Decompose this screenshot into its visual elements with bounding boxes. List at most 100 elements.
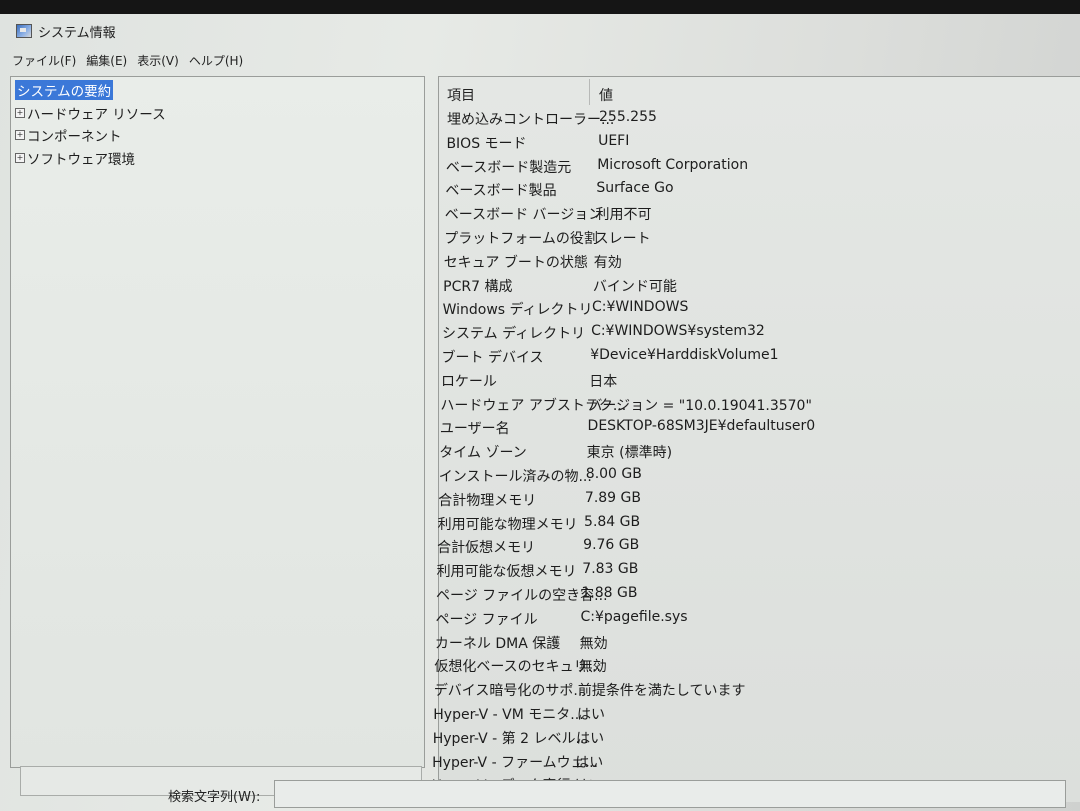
- system-info-window: システム情報 ファイル(F) 編集(E) 表示(V) ヘルプ(H) システムの要…: [0, 14, 1080, 811]
- row-value-cell: C:¥WINDOWS: [591, 299, 689, 316]
- tree-item-label: ソフトウェア環境: [27, 152, 135, 168]
- table-row[interactable]: システム ディレクトリ C:¥WINDOWS¥system32: [442, 323, 1042, 345]
- table-row[interactable]: ページ ファイルの空き容... 1.88 GB: [436, 585, 1036, 607]
- row-value-cell: ¥Device¥HarddiskVolume1: [590, 347, 779, 363]
- table-row[interactable]: タイム ゾーン 東京 (標準時): [439, 442, 1039, 464]
- row-value-cell: バインド可能: [592, 278, 677, 295]
- table-row[interactable]: 仮想化ベースのセキュリ... 無効: [434, 656, 1034, 678]
- category-tree: システムの要約 + ハードウェア リソース + コンポーネント + ソフトウェア…: [10, 76, 425, 768]
- row-item-cell: 利用可能な仮想メモリ: [436, 564, 577, 581]
- tree-item-components[interactable]: + コンポーネント: [15, 125, 122, 145]
- row-value-cell: はい: [576, 730, 605, 747]
- row-item-cell: 利用可能な物理メモリ: [437, 516, 578, 533]
- row-value-cell: 東京 (標準時): [586, 445, 673, 462]
- table-row[interactable]: Hyper-V - VM モニタ... はい: [433, 704, 1033, 726]
- row-value-cell: 7.89 GB: [584, 489, 641, 506]
- row-item-cell: ブート デバイス: [441, 350, 544, 366]
- column-divider[interactable]: [589, 79, 590, 105]
- row-item-cell: 合計仮想メモリ: [437, 540, 536, 557]
- row-value-cell: 利用不可: [595, 207, 652, 224]
- row-value-cell: DESKTOP-68SM3JE¥defaultuser0: [587, 418, 816, 435]
- row-value-cell: 1.88 GB: [581, 585, 638, 601]
- row-item-cell: Hyper-V - 第 2 レベル...: [432, 730, 589, 747]
- expand-plus-icon[interactable]: +: [15, 130, 25, 140]
- table-row[interactable]: セキュア ブートの状態 有効: [444, 252, 1044, 274]
- row-value-cell: 5.84 GB: [584, 513, 641, 530]
- row-item-cell: タイム ゾーン: [439, 445, 527, 462]
- row-item-cell: 合計物理メモリ: [438, 492, 537, 509]
- row-item-cell: ベースボード製品: [445, 183, 557, 200]
- tree-item-system-summary[interactable]: システムの要約: [15, 80, 114, 100]
- title-bar: システム情報: [0, 14, 1080, 48]
- details-list: 項目 値 埋め込みコントローラー... 255.255 BIOS モード UEFI ベー…: [432, 76, 1080, 802]
- table-row[interactable]: 利用可能な仮想メモリ 7.83 GB: [437, 561, 1037, 583]
- row-item-cell: セキュア ブートの状態: [443, 254, 588, 271]
- table-row[interactable]: 合計物理メモリ 7.89 GB: [438, 490, 1038, 512]
- table-row[interactable]: ベースボード製造元 Microsoft Corporation: [446, 157, 1046, 179]
- menu-view[interactable]: 表示(V): [137, 50, 179, 71]
- row-value-cell: 255.255: [599, 109, 657, 125]
- table-row[interactable]: BIOS モード UEFI: [446, 133, 1046, 155]
- menu-edit[interactable]: 編集(E): [86, 50, 127, 71]
- row-value-cell: 無効: [579, 635, 608, 652]
- expand-plus-icon[interactable]: +: [15, 108, 25, 118]
- table-row[interactable]: ベースボード製品 Surface Go: [445, 180, 1045, 202]
- row-value-cell: 無効: [578, 659, 607, 676]
- row-value-cell: バージョン = "10.0.19041.3570": [588, 397, 812, 414]
- row-item-cell: システム ディレクトリ: [442, 326, 586, 343]
- row-value-cell: 8.00 GB: [585, 466, 642, 482]
- search-input[interactable]: [274, 780, 1066, 808]
- row-item-cell: デバイス暗号化のサポ...: [433, 683, 587, 700]
- tree-item-software-environment[interactable]: + ソフトウェア環境: [15, 148, 135, 168]
- table-row[interactable]: プラットフォームの役割 スレート: [444, 228, 1044, 250]
- row-value-cell: C:¥pagefile.sys: [580, 608, 688, 625]
- tree-item-label: コンポーネント: [27, 129, 122, 145]
- row-value-cell: Surface Go: [596, 180, 674, 197]
- tree-item-label: ハードウェア リソース: [27, 107, 166, 123]
- menu-help[interactable]: ヘルプ(H): [189, 50, 243, 71]
- tree-item-label: システムの要約: [15, 80, 114, 100]
- search-label: 検索文字列(W):: [168, 790, 261, 805]
- table-row[interactable]: インストール済みの物... 8.00 GB: [439, 466, 1039, 488]
- row-item-cell: Windows ディレクトリ: [442, 302, 593, 319]
- row-item-cell: 仮想化ベースのセキュリ...: [434, 659, 602, 676]
- system-info-app-icon: [16, 24, 32, 38]
- table-row[interactable]: ユーザー名 DESKTOP-68SM3JE¥defaultuser0: [440, 418, 1040, 440]
- table-row[interactable]: ページ ファイル C:¥pagefile.sys: [435, 609, 1035, 631]
- table-row[interactable]: 利用可能な物理メモリ 5.84 GB: [438, 514, 1038, 536]
- tree-item-hardware-resources[interactable]: + ハードウェア リソース: [15, 103, 166, 123]
- row-item-cell: Hyper-V - VM モニタ...: [433, 707, 584, 723]
- row-item-cell: カーネル DMA 保護: [434, 635, 561, 652]
- menu-file[interactable]: ファイル(F): [12, 50, 76, 71]
- row-value-cell: スレート: [594, 231, 651, 247]
- table-row[interactable]: ブート デバイス ¥Device¥HarddiskVolume1: [442, 347, 1042, 369]
- row-item-cell: ロケール: [440, 373, 497, 390]
- row-value-cell: 7.83 GB: [582, 561, 639, 578]
- table-row[interactable]: デバイス暗号化のサポ... 前提条件を満たしています: [434, 680, 1034, 702]
- row-item-cell: ページ ファイル: [435, 611, 538, 628]
- column-header-item[interactable]: 項目: [447, 85, 475, 105]
- table-row[interactable]: 埋め込みコントローラー... 255.255: [447, 109, 1047, 131]
- table-row[interactable]: ロケール 日本: [441, 371, 1041, 393]
- table-row[interactable]: PCR7 構成 バインド可能: [443, 276, 1043, 298]
- row-item-cell: ユーザー名: [439, 421, 510, 438]
- table-row[interactable]: カーネル DMA 保護 無効: [435, 633, 1035, 655]
- column-header-value[interactable]: 値: [599, 85, 613, 105]
- row-value-cell: 有効: [593, 254, 622, 271]
- row-item-cell: PCR7 構成: [443, 278, 513, 295]
- table-row[interactable]: Windows ディレクトリ C:¥WINDOWS: [443, 299, 1043, 321]
- table-row[interactable]: ベースボード バージョン 利用不可: [445, 204, 1045, 226]
- search-bar: 検索文字列(W):: [0, 766, 1080, 811]
- row-item-cell: ベースボード バージョン: [444, 207, 603, 224]
- table-row[interactable]: ハードウェア アブストラク... バージョン = "10.0.19041.3570…: [440, 395, 1040, 417]
- row-item-cell: ベースボード製造元: [445, 159, 572, 176]
- expand-plus-icon[interactable]: +: [15, 153, 25, 163]
- row-value-cell: UEFI: [598, 132, 630, 149]
- row-item-cell: インストール済みの物...: [438, 469, 592, 485]
- row-value-cell: 9.76 GB: [583, 537, 640, 554]
- row-value-cell: 日本: [589, 373, 618, 390]
- row-value-cell: Microsoft Corporation: [597, 156, 749, 173]
- window-title: システム情報: [38, 25, 116, 41]
- table-row[interactable]: Hyper-V - 第 2 レベル... はい: [433, 728, 1033, 750]
- table-row[interactable]: 合計仮想メモリ 9.76 GB: [437, 537, 1037, 559]
